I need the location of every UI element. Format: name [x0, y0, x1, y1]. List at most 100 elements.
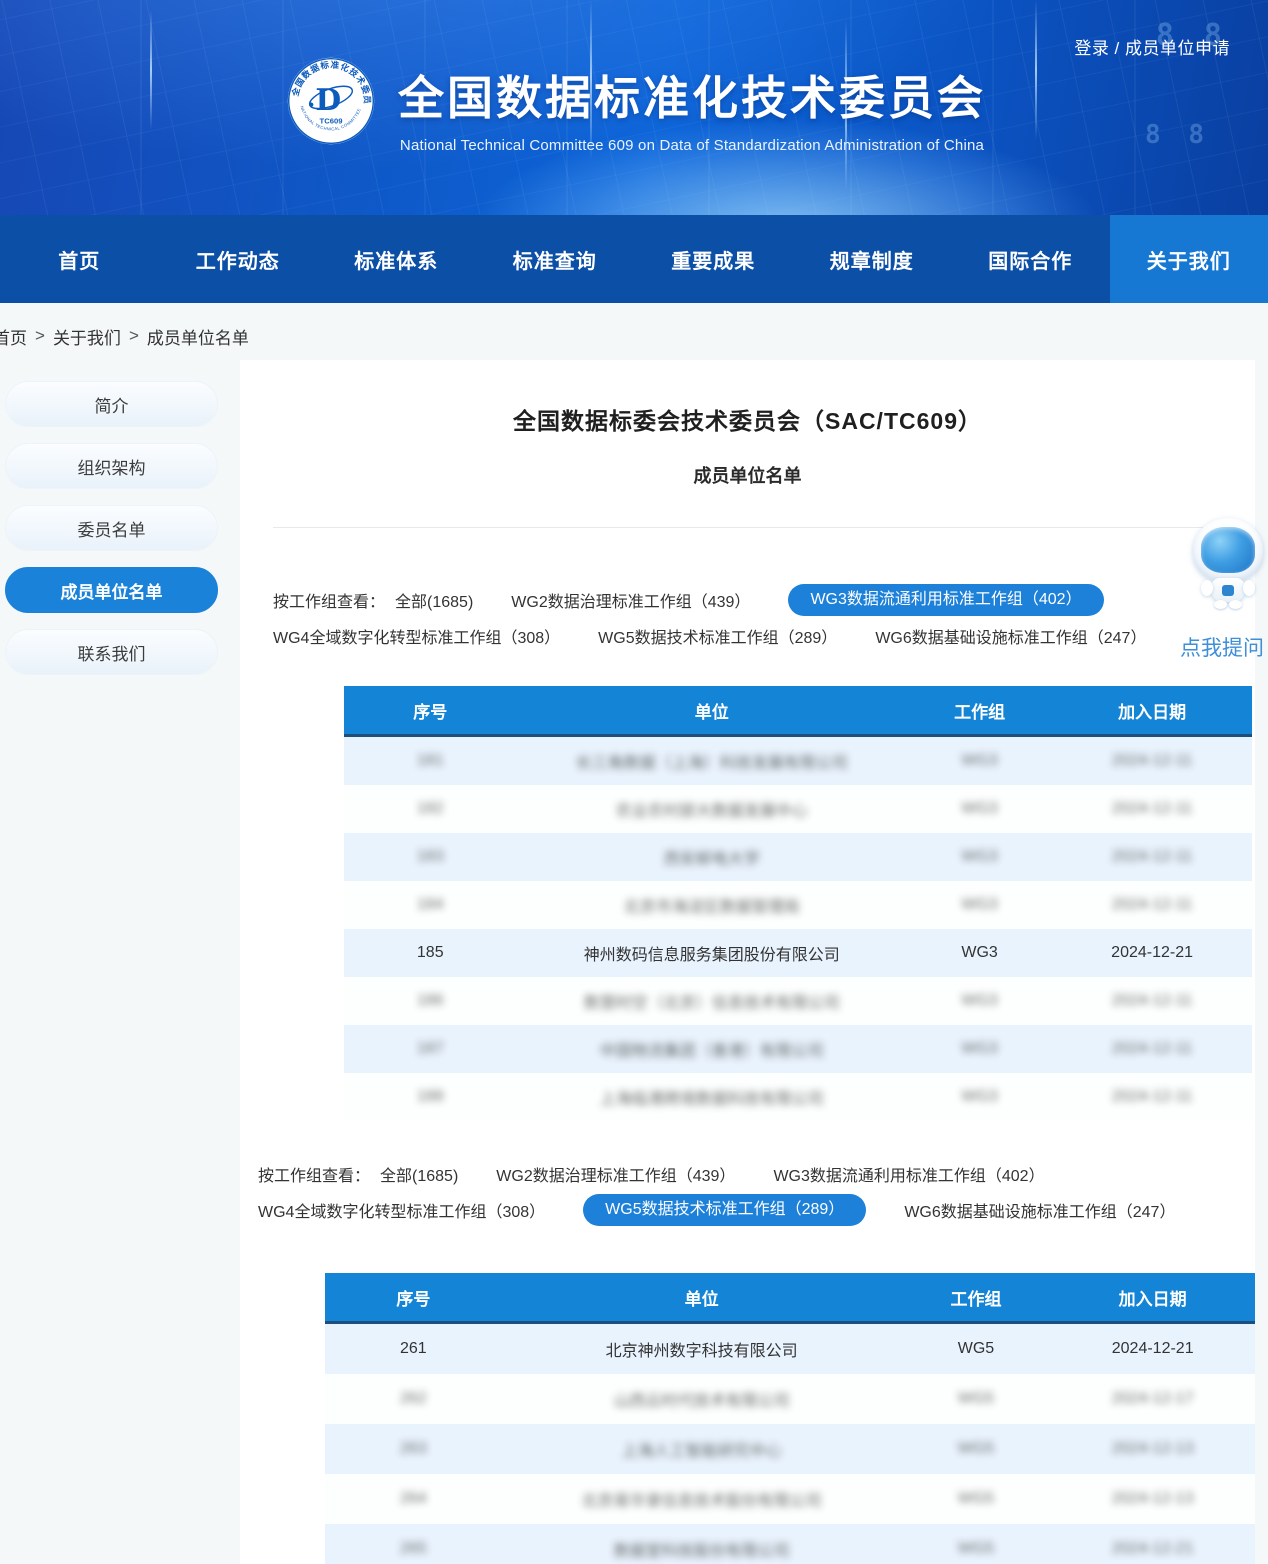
filter-row: 按工作组查看：全部(1685)WG2数据治理标准工作组（439）WG3数据流通利… — [258, 1158, 1218, 1190]
filter-option[interactable]: WG2数据治理标准工作组（439） — [511, 588, 750, 612]
column-header: 工作组 — [902, 1285, 1051, 1310]
robot-arm — [1243, 580, 1255, 596]
table-cell: 2024-12-11 — [1052, 896, 1252, 914]
table-cell: 264 — [325, 1490, 502, 1508]
table-row: 182农业农村部大数据发展中心WG32024-12-11 — [344, 785, 1252, 833]
column-header: 加入日期 — [1052, 698, 1252, 723]
robot-foot — [1214, 600, 1227, 609]
filter-option[interactable]: WG4全域数字化转型标准工作组（308） — [258, 1198, 545, 1222]
nav-item-首页[interactable]: 首页 — [0, 215, 159, 303]
nav-item-标准体系[interactable]: 标准体系 — [317, 215, 476, 303]
table-cell: 261 — [325, 1340, 502, 1358]
table-cell: 山西云时代技术有限公司 — [502, 1387, 902, 1411]
tc609-logo-icon: 全国数据标准化技术委员会 NATIONAL TECHNICAL COMMITTE… — [286, 56, 376, 146]
filter-option[interactable]: 全部(1685) — [395, 588, 473, 612]
robot-foot — [1229, 600, 1242, 609]
filter-label: 按工作组查看： — [273, 588, 385, 612]
table-row: 186数慧时空（北京）信息技术有限公司WG32024-12-11 — [344, 977, 1252, 1025]
table-cell: 西安邮电大学 — [517, 845, 907, 869]
column-header: 加入日期 — [1050, 1285, 1255, 1310]
login-link[interactable]: 登录 / 成员单位申请 — [1074, 34, 1230, 59]
table-row: 188上海临港跨境数据科技有限公司WG32024-12-11 — [344, 1073, 1252, 1121]
nav-item-规章制度[interactable]: 规章制度 — [793, 215, 952, 303]
filter-option[interactable]: WG2数据治理标准工作组（439） — [496, 1162, 735, 1186]
header-banner: 8 8 8 8 登录 / 成员单位申请 全国数据标准化技术委员会 NATIONA… — [0, 0, 1268, 215]
table-cell: WG5 — [902, 1340, 1051, 1358]
table-header: 序号单位工作组加入日期 — [344, 686, 1252, 737]
table-row: 185神州数码信息服务集团股份有限公司WG32024-12-21 — [344, 929, 1252, 977]
table-cell: 2024-12-11 — [1052, 992, 1252, 1010]
table-cell: 187 — [344, 1040, 517, 1058]
svg-text:D: D — [315, 83, 341, 118]
table-cell: WG5 — [902, 1540, 1051, 1558]
assistant-prompt-link[interactable]: 点我提问 — [1174, 632, 1268, 662]
table-cell: WG5 — [902, 1390, 1051, 1408]
table-cell: 186 — [344, 992, 517, 1010]
sidebar-item-委员名单[interactable]: 委员名单 — [5, 505, 218, 551]
workgroup-filter-section-2: 按工作组查看：全部(1685)WG2数据治理标准工作组（439）WG3数据流通利… — [258, 1158, 1218, 1230]
filter-option[interactable]: WG6数据基础设施标准工作组（247） — [875, 624, 1146, 648]
table-cell: WG3 — [907, 944, 1052, 962]
filter-row: WG4全域数字化转型标准工作组（308） WG5数据技术标准工作组（289） WG6… — [258, 1194, 1218, 1226]
sidebar-item-成员单位名单[interactable]: 成员单位名单 — [5, 567, 218, 613]
nav-item-国际合作[interactable]: 国际合作 — [951, 215, 1110, 303]
column-header: 单位 — [502, 1285, 902, 1310]
nav-item-重要成果[interactable]: 重要成果 — [634, 215, 793, 303]
nav-item-工作动态[interactable]: 工作动态 — [159, 215, 318, 303]
column-header: 工作组 — [907, 698, 1052, 723]
table-cell: 中国物流集团（香港）有限公司 — [517, 1037, 907, 1061]
filter-option[interactable]: WG5数据技术标准工作组（289） — [598, 624, 837, 648]
banner-brand: 全国数据标准化技术委员会 NATIONAL TECHNICAL COMMITTE… — [286, 56, 986, 154]
table-cell: 265 — [325, 1540, 502, 1558]
filter-option[interactable]: WG5数据技术标准工作组（289） — [583, 1194, 866, 1226]
table-cell: 农业农村部大数据发展中心 — [517, 797, 907, 821]
table-cell: 上海人工智能研究中心 — [502, 1437, 902, 1461]
table-cell: WG5 — [902, 1490, 1051, 1508]
table-cell: WG3 — [907, 848, 1052, 866]
filter-option[interactable]: 全部(1685) — [380, 1162, 458, 1186]
table-cell: 2024-12-11 — [1052, 752, 1252, 770]
table-cell: 数据堂科技股份有限公司 — [502, 1537, 902, 1561]
filter-row: WG4全域数字化转型标准工作组（308） WG5数据技术标准工作组（289） WG6… — [273, 620, 1233, 652]
filter-option[interactable]: WG6数据基础设施标准工作组（247） — [904, 1198, 1175, 1222]
table-row: 261北京神州数字科技有限公司WG52024-12-21 — [325, 1324, 1255, 1374]
table-cell: 长三角数据（上海）科技发展有限公司 — [517, 749, 907, 773]
filter-option[interactable]: WG3数据流通利用标准工作组（402） — [788, 584, 1103, 616]
page: 8 8 8 8 登录 / 成员单位申请 全国数据标准化技术委员会 NATIONA… — [0, 0, 1268, 1564]
assistant-robot-icon[interactable] — [1190, 518, 1266, 610]
table-cell: 181 — [344, 752, 517, 770]
nav-item-关于我们[interactable]: 关于我们 — [1110, 215, 1268, 303]
table-row: 183西安邮电大学WG32024-12-11 — [344, 833, 1252, 881]
table-cell: 2024-12-21 — [1050, 1340, 1255, 1358]
banner-decoration — [1035, 0, 1037, 140]
robot-badge — [1222, 585, 1234, 596]
table-cell: 北京易华录信息技术股份有限公司 — [502, 1487, 902, 1511]
filter-option[interactable]: WG3数据流通利用标准工作组（402） — [773, 1162, 1044, 1186]
page-title: 全国数据标委会技术委员会（SAC/TC609） — [240, 402, 1255, 436]
filter-option[interactable]: WG4全域数字化转型标准工作组（308） — [273, 624, 560, 648]
table-row: 181长三角数据（上海）科技发展有限公司WG32024-12-11 — [344, 737, 1252, 785]
breadcrumb-item[interactable]: 关于我们 — [53, 324, 121, 349]
site-subtitle: National Technical Committee 609 on Data… — [398, 137, 986, 154]
table-cell: 185 — [344, 944, 517, 962]
breadcrumb-item: 成员单位名单 — [147, 324, 249, 349]
robot-screen — [1201, 527, 1255, 573]
table-cell: WG3 — [907, 800, 1052, 818]
table-cell: 神州数码信息服务集团股份有限公司 — [517, 941, 907, 965]
breadcrumb-item[interactable]: 首页 — [0, 324, 27, 349]
robot-arm — [1201, 580, 1213, 596]
member-table-wg5: 序号单位工作组加入日期261北京神州数字科技有限公司WG52024-12-212… — [325, 1273, 1255, 1564]
banner-title-block: 全国数据标准化技术委员会 National Technical Committe… — [398, 56, 986, 154]
svg-text:TC609: TC609 — [320, 117, 343, 126]
table-row: 262山西云时代技术有限公司WG52024-12-17 — [325, 1374, 1255, 1424]
sidebar-item-简介[interactable]: 简介 — [5, 381, 218, 427]
robot-body — [1211, 578, 1245, 602]
table-cell: 2024-12-21 — [1050, 1540, 1255, 1558]
sidebar-item-组织架构[interactable]: 组织架构 — [5, 443, 218, 489]
nav-item-标准查询[interactable]: 标准查询 — [476, 215, 635, 303]
table-cell: WG3 — [907, 1040, 1052, 1058]
content-card: 全国数据标委会技术委员会（SAC/TC609） 成员单位名单 按工作组查看：全部… — [240, 360, 1255, 1564]
sidebar-item-联系我们[interactable]: 联系我们 — [5, 629, 218, 675]
table-row: 265数据堂科技股份有限公司WG52024-12-21 — [325, 1524, 1255, 1564]
table-cell: 2024-12-11 — [1052, 1040, 1252, 1058]
